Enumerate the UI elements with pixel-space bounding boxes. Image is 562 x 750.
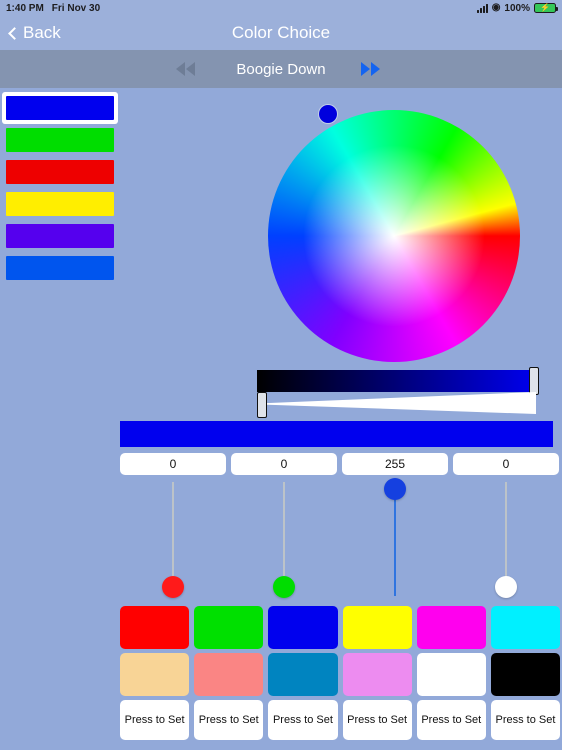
chevron-left-icon [8,26,21,40]
palette-steelblue[interactable] [268,653,338,696]
alpha-slider-knob[interactable] [495,576,517,598]
battery-charging-icon: ⚡ [534,3,558,13]
press-to-set-row: Press to Set Press to Set Press to Set P… [120,700,561,740]
alpha-value-field[interactable]: 0 [453,453,559,475]
swatch-color [6,96,114,120]
status-bar: 1:40 PM Fri Nov 30 ◉ 100% ⚡ [0,0,562,16]
preset-swatch-blue[interactable] [2,92,118,124]
cellular-signal-icon [476,3,488,13]
brightness-slider-track[interactable] [257,370,536,392]
red-slider-knob[interactable] [162,576,184,598]
status-bar-right: ◉ 100% ⚡ [476,2,558,14]
wifi-icon: ◉ [491,2,501,13]
slider-track-fill [394,498,396,596]
press-to-set-4[interactable]: Press to Set [342,700,412,740]
palette-cyan[interactable] [490,606,561,649]
palette-row-1 [120,606,561,649]
press-to-set-6[interactable]: Press to Set [490,700,561,740]
green-value-field[interactable]: 0 [231,453,337,475]
press-to-set-5[interactable]: Press to Set [416,700,486,740]
preset-swatch-yellow[interactable] [2,188,118,220]
channel-slider-group [120,478,560,608]
red-value-field[interactable]: 0 [120,453,226,475]
color-wheel-handle[interactable] [319,105,337,123]
status-bar-left: 1:40 PM Fri Nov 30 [6,3,100,14]
green-slider[interactable] [258,478,310,608]
palette-red[interactable] [120,606,190,649]
alpha-wedge [257,392,536,414]
alpha-channel-slider[interactable] [480,478,532,608]
palette-grid: Press to Set Press to Set Press to Set P… [120,606,561,740]
palette-orchid[interactable] [342,653,412,696]
palette-row-2 [120,653,561,696]
palette-white[interactable] [416,653,486,696]
channel-value-fields: 0 0 255 0 [120,453,560,475]
status-date: Fri Nov 30 [51,2,101,14]
blue-slider-knob[interactable] [384,478,406,500]
page-title: Color Choice [231,23,331,42]
alpha-slider-track[interactable] [257,392,536,414]
swatch-color [6,160,114,184]
press-to-set-2[interactable]: Press to Set [194,700,264,740]
press-to-set-3[interactable]: Press to Set [268,700,338,740]
preset-swatch-violet[interactable] [2,220,118,252]
result-color-bar [120,421,553,447]
battery-percent-label: 100% [504,2,530,14]
media-toolbar: Boogie Down [0,50,562,88]
red-slider[interactable] [147,478,199,608]
swatch-color [6,256,114,280]
palette-salmon[interactable] [194,653,264,696]
green-slider-knob[interactable] [273,576,295,598]
navigation-bar: Back Color Choice [0,16,562,50]
brightness-slider-handle[interactable] [529,367,539,395]
track-title: Boogie Down [236,60,326,78]
blue-slider[interactable] [369,478,421,608]
preset-swatch-list [2,92,118,284]
preset-swatch-azure[interactable] [2,252,118,284]
app-screen: 1:40 PM Fri Nov 30 ◉ 100% ⚡ Back Color C… [0,0,562,750]
fast-forward-icon[interactable] [361,62,380,76]
press-to-set-1[interactable]: Press to Set [120,700,190,740]
swatch-color [6,192,114,216]
palette-yellow[interactable] [342,606,412,649]
swatch-color [6,224,114,248]
preset-swatch-green[interactable] [2,124,118,156]
swatch-color [6,128,114,152]
color-wheel[interactable] [268,110,520,362]
alpha-slider-handle[interactable] [257,392,267,418]
rewind-icon[interactable] [176,62,195,76]
preset-swatch-red[interactable] [2,156,118,188]
back-button-label: Back [23,23,61,42]
palette-blue[interactable] [268,606,338,649]
blue-value-field[interactable]: 255 [342,453,448,475]
back-button[interactable]: Back [8,23,61,43]
palette-tan[interactable] [120,653,190,696]
palette-magenta[interactable] [416,606,486,649]
palette-green[interactable] [194,606,264,649]
status-time: 1:40 PM [6,2,44,14]
palette-black[interactable] [490,653,561,696]
